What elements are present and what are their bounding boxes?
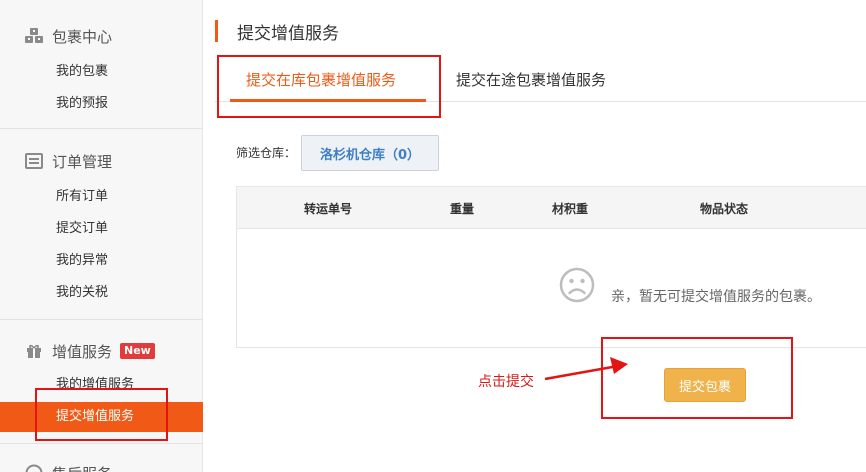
annotation-text: 点击提交 [478,374,534,390]
column-header-item-status: 物品状态 [700,202,749,216]
sidebar-item-all-orders[interactable]: 所有订单 [0,182,203,212]
new-badge: New [120,343,155,359]
page-title: 提交增值服务 [237,24,339,44]
column-header-volume-weight: 材积重 [552,202,589,216]
sidebar-item-my-forecast[interactable]: 我的预报 [0,89,203,119]
empty-message: 亲，暂无可提交增值服务的包裹。 [611,289,821,305]
annotation-arrow-icon [544,357,628,381]
tab-in-transit-value-added[interactable]: 提交在途包裹增值服务 [456,69,606,90]
sidebar-item-my-parcels[interactable]: 我的包裹 [0,57,203,87]
sidebar-divider [0,319,203,320]
sidebar-item-my-exceptions[interactable]: 我的异常 [0,246,203,276]
sad-face-icon [559,267,595,303]
column-header-weight: 重量 [450,202,475,216]
help-icon [24,463,44,472]
annotation-box-tab [217,55,441,118]
filter-label: 筛选仓库： [236,146,297,160]
sidebar-item-my-tariffs[interactable]: 我的关税 [0,278,203,308]
gift-icon [24,341,44,361]
sidebar-section-title: 增值服务 [52,342,113,361]
boxes-icon [24,26,44,46]
sidebar-section-title: 订单管理 [52,152,113,171]
sidebar-section-value-added[interactable]: 增值服务 New [24,340,155,362]
list-icon [24,151,44,171]
table-header: 转运单号 重量 材积重 物品状态 [237,187,866,229]
warehouse-filter-button[interactable]: 洛杉机仓库（0） [301,135,439,171]
app-root: 包裹中心 我的包裹 我的预报 订单管理 所有订单 提交订单 我的异常 我的关税 … [0,0,866,472]
sidebar-section-after-sales[interactable]: 售后服务 [24,462,112,472]
parcel-table: 转运单号 重量 材积重 物品状态 亲，暂无可提交增值服务的包裹。 [236,186,866,348]
column-header-tracking-no: 转运单号 [304,202,353,216]
annotation-box-sidebar [35,388,168,441]
sidebar-section-parcel-center[interactable]: 包裹中心 [24,25,112,47]
sidebar-section-title: 售后服务 [52,463,112,472]
title-accent-bar [215,20,218,42]
sidebar-divider [0,128,203,129]
sidebar-section-order-management[interactable]: 订单管理 [24,150,112,172]
sidebar-section-title: 包裹中心 [52,27,113,46]
sidebar-divider [0,443,203,444]
sidebar-item-submit-order[interactable]: 提交订单 [0,214,203,244]
